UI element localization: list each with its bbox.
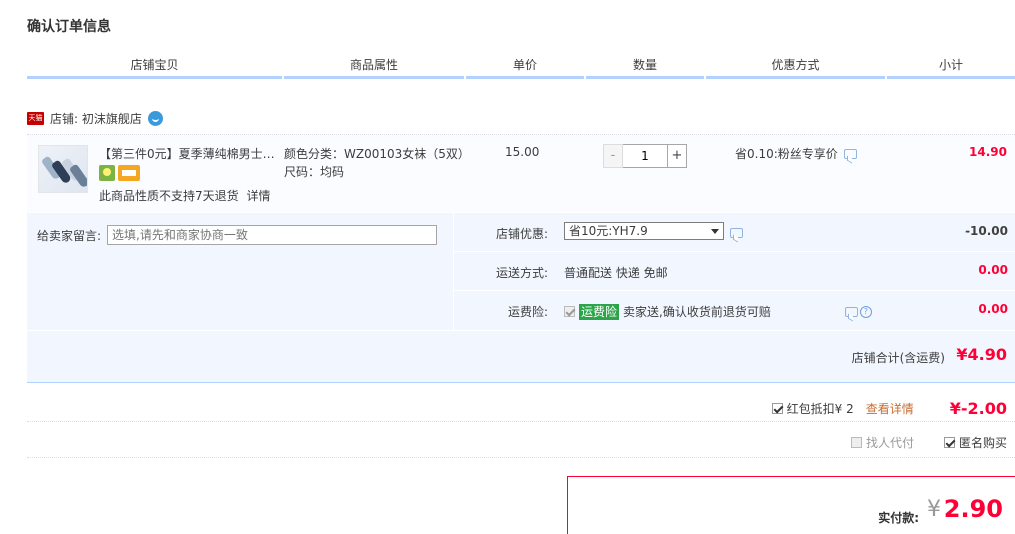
shop-discount-select[interactable]: 省10元:YH7.9 — [564, 222, 724, 240]
column-quantity: 数量 — [586, 57, 704, 79]
message-icon[interactable] — [730, 227, 743, 238]
shop-discount-selected: 省10元:YH7.9 — [569, 224, 648, 238]
shipping-value: 普通配送 快递 免邮 — [564, 266, 668, 280]
payment-total: 2.90 — [943, 495, 1003, 523]
column-discount: 优惠方式 — [706, 57, 885, 79]
product-title-link[interactable]: 【第三件0元】夏季薄纯棉男士袜子 — [99, 145, 279, 162]
insurance-row: 运费险: 运费险 卖家送,确认收货前退货可赔 ? 0.00 — [454, 291, 1015, 330]
qty-decrease-button[interactable]: - — [603, 144, 623, 168]
column-unit-price: 单价 — [466, 57, 584, 79]
no-return-text: 此商品性质不支持7天退货 — [99, 189, 239, 203]
chat-icon[interactable] — [147, 110, 163, 126]
guarantee-icon[interactable] — [99, 165, 115, 181]
qty-increase-button[interactable]: + — [667, 144, 687, 168]
anonymous-checkbox[interactable] — [943, 437, 955, 448]
red-packet-checkbox[interactable] — [771, 403, 783, 414]
promotion-text: 省0.10:粉丝专享价 — [735, 147, 838, 161]
chevron-down-icon — [711, 229, 719, 234]
order-options-panel: 店铺优惠: 省10元:YH7.9 -10.00 运送方式: 普通配送 快递 免邮… — [453, 213, 1015, 330]
proxy-pay-label: 找人代付 — [865, 436, 914, 450]
red-packet-value: ¥-2.00 — [949, 399, 1007, 418]
shipping-row: 运送方式: 普通配送 快递 免邮 0.00 — [454, 252, 1015, 291]
shop-total-label: 店铺合计(含运费) — [851, 351, 945, 365]
memo-input[interactable] — [107, 225, 438, 245]
return-detail-link[interactable]: 详情 — [246, 189, 270, 203]
order-extras: 给卖家留言: 店铺优惠: 省10元:YH7.9 -10.00 运送方式: 普通配… — [27, 213, 1015, 330]
promotion: 省0.10:粉丝专享价 — [735, 145, 857, 162]
insurance-label: 运费险: — [507, 305, 548, 319]
shop-discount-amount: -10.00 — [965, 224, 1008, 238]
payment-summary: 实付款: ¥ 2.90 — [567, 476, 1015, 534]
product-attributes: 颜色分类：WZ00103女袜（5双） 尺码：均码 — [284, 145, 470, 181]
seller-memo: 给卖家留言: — [37, 225, 438, 245]
qty-input[interactable] — [623, 144, 667, 168]
proxy-pay-checkbox[interactable] — [850, 437, 862, 448]
shop-total-row: 店铺合计(含运费) ¥4.90 — [27, 331, 1015, 383]
order-options: 找人代付 匿名购买 — [27, 428, 1015, 458]
column-shop-item: 店铺宝贝 — [27, 57, 282, 79]
shipping-amount: 0.00 — [978, 263, 1008, 277]
quantity-stepper: - + — [603, 144, 687, 168]
insurance-text: 卖家送,确认收货前退货可赔 — [623, 305, 771, 319]
item-subtotal: 14.90 — [969, 145, 1007, 159]
attr-size: 尺码：均码 — [284, 165, 345, 179]
shop-discount-row: 店铺优惠: 省10元:YH7.9 -10.00 — [454, 213, 1015, 252]
column-attributes: 商品属性 — [284, 57, 464, 79]
product-thumbnail[interactable] — [38, 145, 88, 193]
column-subtotal: 小计 — [887, 57, 1015, 79]
memo-label: 给卖家留言: — [37, 228, 102, 243]
attr-color: 颜色分类：WZ00103女袜（5双） — [284, 147, 470, 161]
red-packet-detail-link[interactable]: 查看详情 — [866, 400, 914, 417]
message-icon[interactable] — [844, 306, 858, 317]
shop-total-value: ¥4.90 — [956, 345, 1007, 364]
return-policy: 此商品性质不支持7天退货 详情 — [99, 187, 270, 204]
shop-name[interactable]: 店铺: 初沫旗舰店 — [50, 110, 142, 127]
service-icons — [99, 165, 140, 181]
currency-symbol: ¥ — [927, 497, 941, 522]
red-packet-label: 红包抵扣¥ 2 — [786, 402, 854, 416]
shop-header: 天猫 店铺: 初沫旗舰店 — [27, 108, 163, 128]
anonymous-label: 匿名购买 — [958, 436, 1007, 450]
payment-label: 实付款: — [878, 511, 919, 525]
insurance-checkbox[interactable] — [564, 306, 575, 317]
column-header: 店铺宝贝 商品属性 单价 数量 优惠方式 小计 — [27, 57, 1015, 79]
shop-discount-label: 店铺优惠: — [495, 227, 548, 241]
red-packet-row: 红包抵扣¥ 2 查看详情 ¥-2.00 — [27, 394, 1015, 422]
tmall-icon: 天猫 — [27, 111, 44, 125]
credit-card-icon[interactable] — [118, 165, 140, 181]
shipping-label: 运送方式: — [495, 266, 548, 280]
order-item-row: 【第三件0元】夏季薄纯棉男士袜子 此商品性质不支持7天退货 详情 颜色分类：WZ… — [27, 134, 1015, 212]
help-icon[interactable]: ? — [859, 305, 872, 318]
insurance-tag: 运费险 — [579, 303, 620, 320]
insurance-amount: 0.00 — [978, 302, 1008, 316]
message-icon[interactable] — [843, 148, 857, 159]
unit-price: 15.00 — [505, 145, 540, 159]
page-title: 确认订单信息 — [27, 19, 111, 35]
